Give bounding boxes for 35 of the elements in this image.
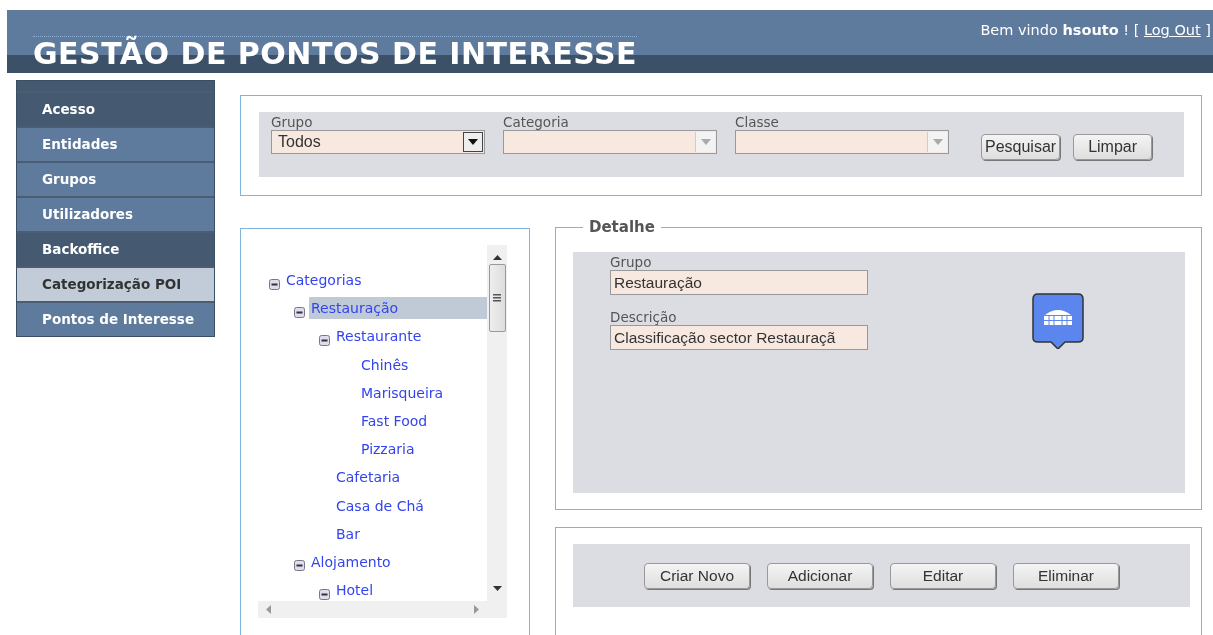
- tree-node[interactable]: Marisqueira: [359, 381, 448, 404]
- logout-link[interactable]: Log Out: [1143, 22, 1201, 38]
- tree-node[interactable]: Bar: [334, 522, 364, 545]
- dropdown[interactable]: Todos: [271, 130, 485, 154]
- menu-item[interactable]: Entidades: [17, 126, 214, 161]
- field-label: Grupo: [610, 255, 653, 270]
- field-label: Categoria: [503, 115, 570, 130]
- tree-node[interactable]: Chinês: [359, 353, 413, 376]
- tree-node[interactable]: Restaurante: [334, 325, 426, 348]
- field-label: Grupo: [271, 115, 314, 130]
- action-button[interactable]: Adicionar: [767, 562, 873, 589]
- action-button[interactable]: Criar Novo: [644, 562, 750, 589]
- menu-item[interactable]: Categorização POI: [17, 266, 214, 301]
- app-title: GESTÃO DE PONTOS DE INTERESSE: [33, 36, 637, 71]
- action-button[interactable]: Eliminar: [1013, 562, 1119, 589]
- tree-node[interactable]: Alojamento: [309, 550, 395, 573]
- search-button[interactable]: Pesquisar: [981, 134, 1061, 160]
- menu-item[interactable]: Pontos de Interesse: [17, 301, 214, 336]
- tree-node[interactable]: Casa de Chá: [334, 494, 428, 517]
- field-label: Classe: [735, 115, 780, 130]
- tree-node[interactable]: Pizzaria: [359, 438, 419, 461]
- tree-node[interactable]: Fast Food: [359, 410, 432, 433]
- field-label: Descrição: [610, 310, 678, 325]
- tree-node[interactable]: Hotel: [334, 579, 378, 601]
- text-field[interactable]: Restauração: [610, 270, 868, 295]
- action-button[interactable]: Editar: [890, 562, 996, 589]
- menu-item[interactable]: Grupos: [17, 161, 214, 196]
- tree-node[interactable]: Restauração: [309, 297, 487, 320]
- clear-button[interactable]: Limpar: [1073, 134, 1153, 160]
- tree-node[interactable]: Cafetaria: [334, 466, 405, 489]
- menu-item[interactable]: Utilizadores: [17, 196, 214, 231]
- welcome-message: Bem vindo hsouto ! [ Log Out ]: [980, 22, 1211, 38]
- tree-node[interactable]: Categorias: [284, 269, 366, 292]
- section-title: Detalhe: [588, 218, 656, 236]
- text-field[interactable]: Classificação sector Restauraçã: [610, 325, 868, 350]
